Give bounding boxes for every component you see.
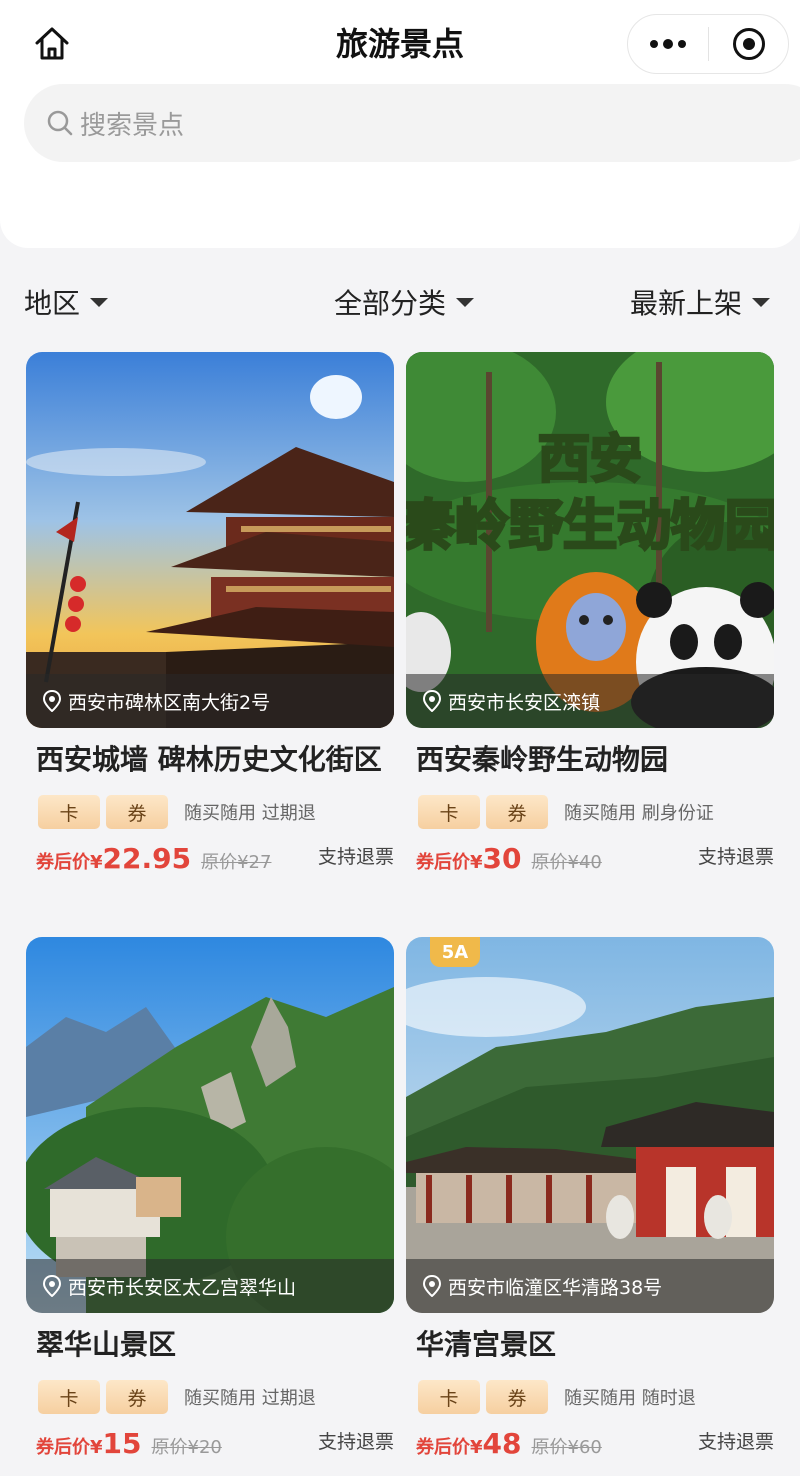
location-label: 西安市碑林区南大街2号	[26, 674, 394, 728]
filter-region-label: 地区	[24, 287, 81, 320]
close-target-icon	[732, 28, 765, 60]
refund-note: 支持退票	[697, 1431, 774, 1453]
tag-card: 卡	[418, 1380, 480, 1414]
discount-price: 48	[482, 1427, 522, 1460]
location-text: 西安市长安区滦镇	[448, 691, 601, 714]
attraction-image[interactable]: 西安市长安区太乙宫翠华山	[26, 937, 394, 1313]
filter-category[interactable]: 全部分类	[334, 280, 475, 324]
image-title-line1: 西安	[538, 430, 642, 490]
location-pin-icon	[422, 690, 442, 712]
attraction-image[interactable]: 西安市碑林区南大街2号	[26, 352, 394, 728]
refund-note: 支持退票	[317, 1431, 394, 1453]
price-row: 券后价¥ 30 原价¥40 支持退票	[406, 842, 774, 878]
search-icon	[47, 110, 73, 136]
original-price: 原价¥40	[531, 852, 602, 873]
refund-note: 支持退票	[697, 846, 774, 868]
price-prefix: 券后价¥	[416, 1437, 483, 1458]
attraction-name: 翠华山景区	[36, 1328, 177, 1361]
filter-bar: 地区 全部分类 最新上架	[0, 280, 800, 324]
original-price: 原价¥20	[151, 1437, 222, 1458]
usage-note: 随买随用 随时退	[564, 1388, 696, 1409]
attraction-name: 西安秦岭野生动物园	[416, 743, 669, 776]
price-row: 券后价¥ 15 原价¥20 支持退票	[26, 1427, 394, 1463]
refund-note: 支持退票	[317, 846, 394, 868]
tag-row: 卡 券 随买随用 过期退	[26, 1379, 394, 1415]
location-text: 西安市碑林区南大街2号	[68, 691, 271, 714]
attraction-card[interactable]: 西安 秦岭野生动物园 西安市长安区滦镇 西安秦岭野生动物园 卡 券 随买随用 刷…	[406, 352, 774, 878]
header-panel: 旅游景点 搜索景点	[0, 0, 800, 248]
attraction-name: 西安城墙 碑林历史文化街区	[36, 743, 382, 776]
location-text: 西安市长安区太乙宫翠华山	[68, 1276, 297, 1299]
attraction-name: 华清宫景区	[416, 1328, 557, 1361]
attraction-card[interactable]: 西安市长安区太乙宫翠华山 翠华山景区 卡 券 随买随用 过期退 券后价¥ 15 …	[26, 937, 394, 1463]
attraction-card[interactable]: 5A 西安市临潼区华清路38号 华清宫景区 卡 券 随买随用 随时退 券后价¥ …	[406, 937, 774, 1463]
price-row: 券后价¥ 48 原价¥60 支持退票	[406, 1427, 774, 1463]
mini-program-capsule	[627, 14, 789, 74]
usage-note: 随买随用 过期退	[184, 1388, 316, 1409]
tag-card: 卡	[38, 795, 100, 829]
tag-row: 卡 券 随买随用 过期退	[26, 794, 394, 830]
tag-card: 卡	[38, 1380, 100, 1414]
location-label: 西安市长安区滦镇	[406, 674, 774, 728]
price-prefix: 券后价¥	[36, 1437, 103, 1458]
location-text: 西安市临潼区华清路38号	[448, 1276, 663, 1299]
attraction-card[interactable]: 西安市碑林区南大街2号 西安城墙 碑林历史文化街区 卡 券 随买随用 过期退 券…	[26, 352, 394, 878]
tag-row: 卡 券 随买随用 随时退	[406, 1379, 774, 1415]
price-row: 券后价¥ 22.95 原价¥27 支持退票	[26, 842, 394, 878]
location-pin-icon	[42, 690, 62, 712]
usage-note: 随买随用 过期退	[184, 803, 316, 824]
original-price: 原价¥27	[201, 852, 272, 873]
location-pin-icon	[42, 1275, 62, 1297]
more-dots-icon	[650, 39, 686, 49]
location-label: 西安市长安区太乙宫翠华山	[26, 1259, 394, 1313]
filter-region[interactable]: 地区	[24, 280, 109, 324]
attraction-image[interactable]: 西安 秦岭野生动物园 西安市长安区滦镇	[406, 352, 774, 728]
tag-coupon: 券	[486, 795, 548, 829]
search-placeholder: 搜索景点	[80, 110, 185, 141]
tag-card: 卡	[418, 795, 480, 829]
more-button[interactable]	[628, 15, 708, 73]
filter-sort[interactable]: 最新上架	[630, 280, 771, 324]
discount-price: 22.95	[102, 842, 192, 875]
tag-row: 卡 券 随买随用 刷身份证	[406, 794, 774, 830]
location-label: 西安市临潼区华清路38号	[406, 1259, 774, 1313]
close-button[interactable]	[709, 15, 788, 73]
search-input[interactable]: 搜索景点	[24, 84, 800, 162]
filter-category-label: 全部分类	[334, 287, 447, 320]
rating-5a-badge: 5A	[430, 937, 480, 967]
caret-down-icon	[456, 297, 475, 307]
location-pin-icon	[422, 1275, 442, 1297]
price-prefix: 券后价¥	[36, 852, 103, 873]
attraction-image[interactable]: 5A 西安市临潼区华清路38号	[406, 937, 774, 1313]
price-prefix: 券后价¥	[416, 852, 483, 873]
caret-down-icon	[90, 297, 109, 307]
usage-note: 随买随用 刷身份证	[564, 803, 714, 824]
tag-coupon: 券	[106, 795, 168, 829]
discount-price: 15	[102, 1427, 142, 1460]
caret-down-icon	[752, 297, 771, 307]
original-price: 原价¥60	[531, 1437, 602, 1458]
tag-coupon: 券	[106, 1380, 168, 1414]
filter-sort-label: 最新上架	[630, 287, 743, 320]
image-title-line2: 秦岭野生动物园	[406, 494, 774, 557]
tag-coupon: 券	[486, 1380, 548, 1414]
discount-price: 30	[482, 842, 522, 875]
